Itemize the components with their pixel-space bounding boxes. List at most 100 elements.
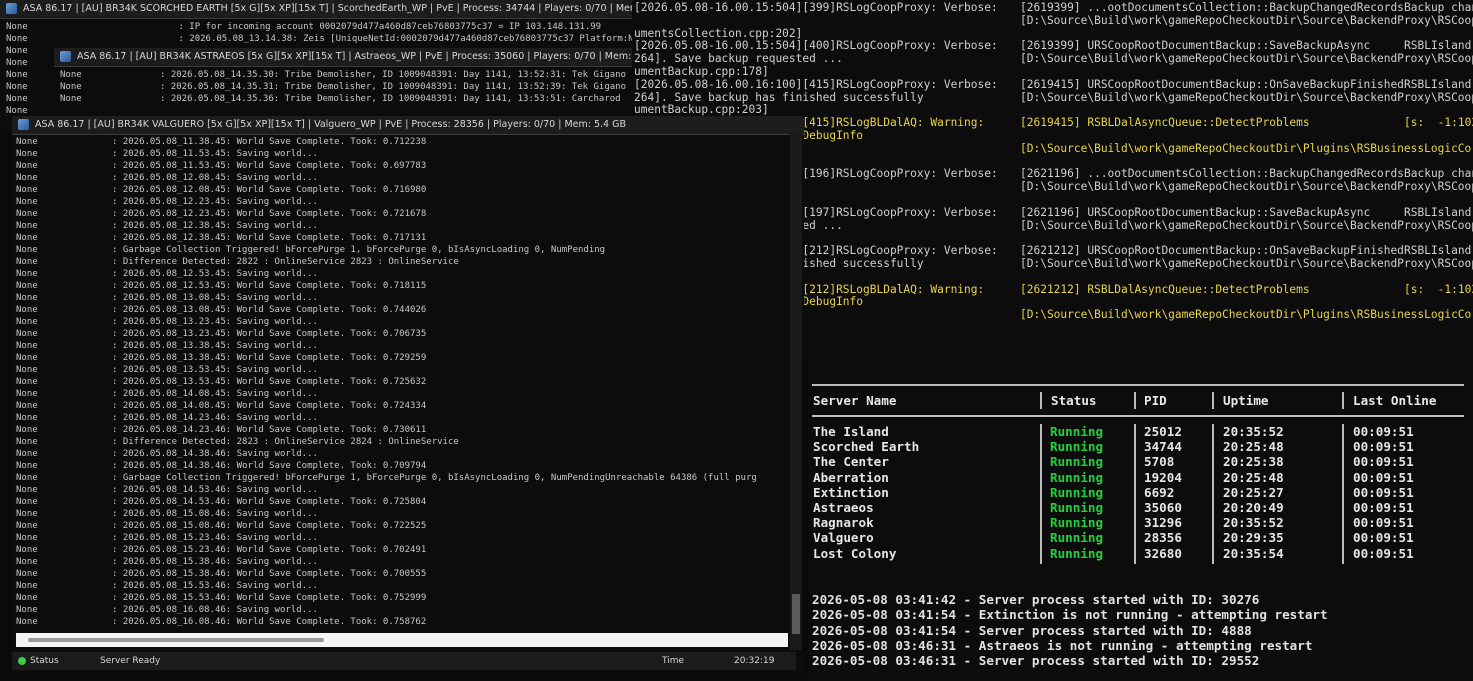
log-text: : Garbage Collection Triggered! bForcePu… [112,245,606,255]
table-cell: 20:35:52 [1223,424,1284,439]
log-category: None [16,341,38,351]
log-segment: [2619399] ...ootDocumentsCollection::Bac… [1020,1,1404,14]
log-text: : 2026.05.08_13.38.45: Saving world... [112,341,318,351]
status-badge: Running [1050,424,1104,439]
table-cell: 00:09:51 [1353,484,1414,500]
log-text: : 2026.05.08_13.08.45: World Save Comple… [112,305,427,315]
astraeos-console-window[interactable]: ASA 86.17 | [AU] BR34K ASTRAEOS [5x G][5… [54,48,640,120]
log-text: : 2026.05.08_12.08.45: World Save Comple… [112,185,427,195]
status-badge: Running [1050,454,1104,470]
table-cell: Astraeos [813,500,874,515]
table-cell: Lost Colony [813,545,897,561]
log-category: None [16,221,38,231]
log-category: None [60,70,82,80]
log-category: None [16,533,38,543]
console-line: None: 2026.05.08_15.23.46: World Save Co… [16,544,804,556]
log-category: None [60,82,82,92]
log-text: : IP for incoming account 0002079d477a46… [108,22,602,32]
col-header-last-online: Last Online [1353,393,1437,408]
log-text: : 2026.05.08_13.53.45: Saving world... [112,365,318,375]
log-category: None [16,617,38,627]
log-segment: [D:\Source\Build\work\gameRepoCheckoutDi… [1020,52,1473,66]
table-cell: 20:25:27 [1223,484,1284,500]
divider [1040,392,1042,409]
log-segment: umentBackup.cpp:178] [634,65,769,78]
log-text: : 2026.05.08_15.08.46: Saving world... [112,509,318,519]
horizontal-scrollbar[interactable] [16,633,788,647]
log-segment: [2619415] RSBLDalAsyncQueue::DetectProbl… [1020,116,1310,130]
app-window-icon [6,3,17,14]
log-category: None [16,425,38,435]
col-header-uptime: Uptime [1223,393,1269,408]
table-cell: 00:09:51 [1353,454,1414,470]
divider [812,384,1464,386]
log-segment: [D:\Source\Build\work\gameRepoCheckoutDi… [1020,308,1473,322]
col-header-server-name: Server Name [813,393,897,408]
log-text: : 2026.05.08_15.53.46: World Save Comple… [112,593,427,603]
log-text: : 2026.05.08_16.08.46: World Save Comple… [112,617,427,627]
log-text: : 2026.05.08_14.23.46: Saving world... [112,413,318,423]
log-text: : 2026.05.08_12.08.45: Saving world... [112,173,318,183]
console-line: None: 2026.05.08_15.08.46: World Save Co… [16,520,804,532]
divider [1342,424,1344,564]
log-category: None [16,521,38,531]
log-segment: [D:\Source\Build\work\gameRepoCheckoutDi… [1020,180,1473,194]
window-titlebar[interactable]: ASA 86.17 | [AU] BR34K ASTRAEOS [5x G][5… [54,48,640,67]
log-segment: [2619415] URSCoopRootDocumentBackup::OnS… [1020,77,1404,91]
divider [1212,424,1214,564]
log-category: None [16,437,38,447]
log-text: : 2026.05.08_13.08.45: Saving world... [112,293,318,303]
log-text: : Difference Detected: 2822 : OnlineServ… [112,257,459,267]
status-badge: Running [1050,515,1104,531]
log-category: None [16,401,38,411]
table-cell: 20:20:49 [1223,500,1284,515]
log-category: None [16,197,38,207]
valguero-console-window[interactable]: ASA 86.17 | [AU] BR34K VALGUERO [5x G][5… [12,116,804,672]
log-category: None [16,269,38,279]
console-line: None: 2026.05.08_13.23.45: Saving world.… [16,316,804,328]
log-text: : 2026.05.08_14.35.31: Tribe Demolisher,… [160,82,626,92]
log-segment: [s: -1:1026 [1404,282,1473,296]
log-category: None [16,317,38,327]
log-text: : 2026.05.08_13.53.45: World Save Comple… [112,377,427,387]
window-title: ASA 86.17 | [AU] BR34K SCORCHED EARTH [5… [23,3,640,14]
console-line: None : 2026.05.08_13.14.38: Zeis [Unique… [6,33,640,45]
log-segment: Backup chang [1404,1,1473,14]
table-cell: 28356 [1144,530,1182,546]
log-text: : Difference Detected: 2823 : OnlineServ… [112,437,459,447]
console-line: None: 2026.05.08_13.38.45: World Save Co… [16,352,804,364]
scrollbar-thumb[interactable] [28,638,324,642]
log-text: : Garbage Collection Triggered! bForcePu… [112,473,757,483]
table-cell: Scorched Earth [813,439,920,455]
window-titlebar[interactable]: ASA 86.17 | [AU] BR34K SCORCHED EARTH [5… [0,0,640,19]
col-header-status: Status [1051,393,1097,408]
log-category: None [16,257,38,267]
console-line: None: 2026.05.08_14.38.46: Saving world.… [16,448,804,460]
status-dot-icon [18,657,26,665]
log-segment: [2621212] RSBLDalAsyncQueue::DetectProbl… [1020,282,1310,296]
log-category: None [16,389,38,399]
console-line: None: 2026.05.08_11.38.45: World Save Co… [16,136,804,148]
app-window-icon [18,119,29,130]
console-line: None: 2026.05.08_14.35.36: Tribe Demolis… [60,93,640,105]
window-title: ASA 86.17 | [AU] BR34K ASTRAEOS [5x G][5… [77,51,640,62]
status-value: Server Ready [100,656,161,666]
console-line: None: 2026.05.08_12.23.45: Saving world.… [16,196,804,208]
time-label: Time [662,656,685,666]
server-monitor-panel: Server Name Status PID Uptime Last Onlin… [808,360,1473,681]
console-line: None: 2026.05.08_12.38.45: World Save Co… [16,232,804,244]
log-line: 2026-05-08 03:46:31 - Astraeos is not ru… [812,637,1313,653]
log-text: : 2026.05.08_12.53.45: World Save Comple… [112,281,427,291]
table-cell: The Center [813,454,889,470]
log-category: None [16,485,38,495]
scrollbar-thumb[interactable] [792,594,800,634]
console-line: None: 2026.05.08_14.35.30: Tribe Demolis… [60,69,640,81]
status-badge: Running [1050,484,1104,500]
console-line: None: 2026.05.08_12.38.45: Saving world.… [16,220,804,232]
status-badge: Running [1050,469,1104,485]
table-cell: 32680 [1144,545,1182,561]
table-cell: 20:25:48 [1223,469,1284,485]
console-line: None: 2026.05.08_15.53.46: Saving world.… [16,580,804,592]
vertical-scrollbar[interactable] [790,132,802,650]
window-titlebar[interactable]: ASA 86.17 | [AU] BR34K VALGUERO [5x G][5… [12,116,804,135]
